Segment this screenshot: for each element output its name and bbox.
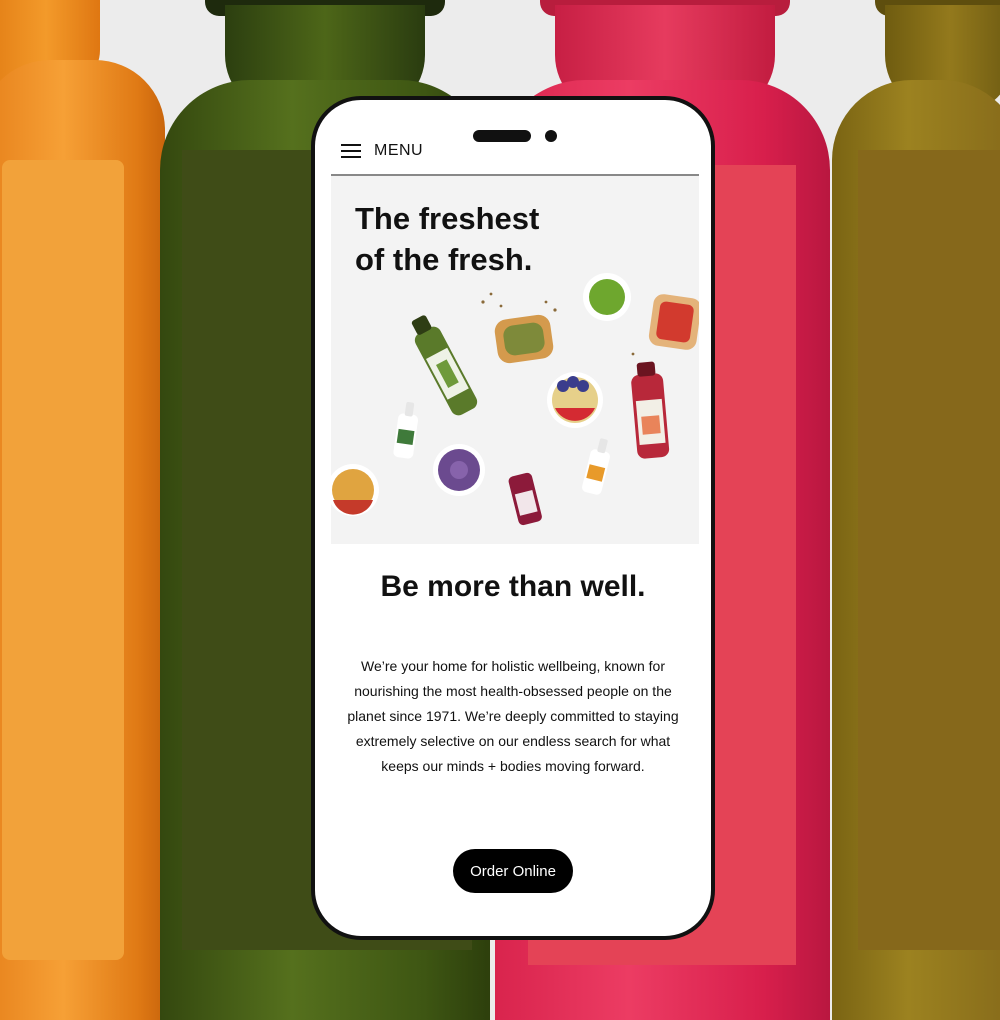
tagline-heading: Be more than well.: [380, 570, 646, 603]
menu-button[interactable]: MENU: [341, 142, 423, 160]
about-paragraph: We’re your home for holistic wellbeing, …: [347, 658, 679, 774]
menu-label: MENU: [374, 142, 424, 159]
fruit-bowl: [331, 464, 379, 516]
hamburger-icon: [341, 144, 361, 158]
smoothie-bowl: [433, 444, 485, 496]
acai-bowl: [547, 372, 603, 428]
juice-bottle: [631, 361, 670, 459]
dropper-bottle: [393, 402, 419, 459]
dropper-bottle: [582, 438, 610, 495]
strawberry-toast: [648, 294, 699, 350]
juice-shot: [508, 472, 542, 526]
juice-bottle: [411, 315, 478, 416]
order-online-button[interactable]: Order Online: [453, 849, 573, 893]
phone-mockup: MENU The freshest of the fresh. Be more …: [311, 96, 715, 940]
phone-camera: [545, 130, 557, 142]
avocado-toast: [494, 314, 554, 364]
hero-banner: The freshest of the fresh.: [331, 176, 699, 544]
hero-food-illustration: [331, 273, 699, 526]
green-bowl: [583, 273, 631, 321]
phone-speaker: [473, 130, 531, 142]
